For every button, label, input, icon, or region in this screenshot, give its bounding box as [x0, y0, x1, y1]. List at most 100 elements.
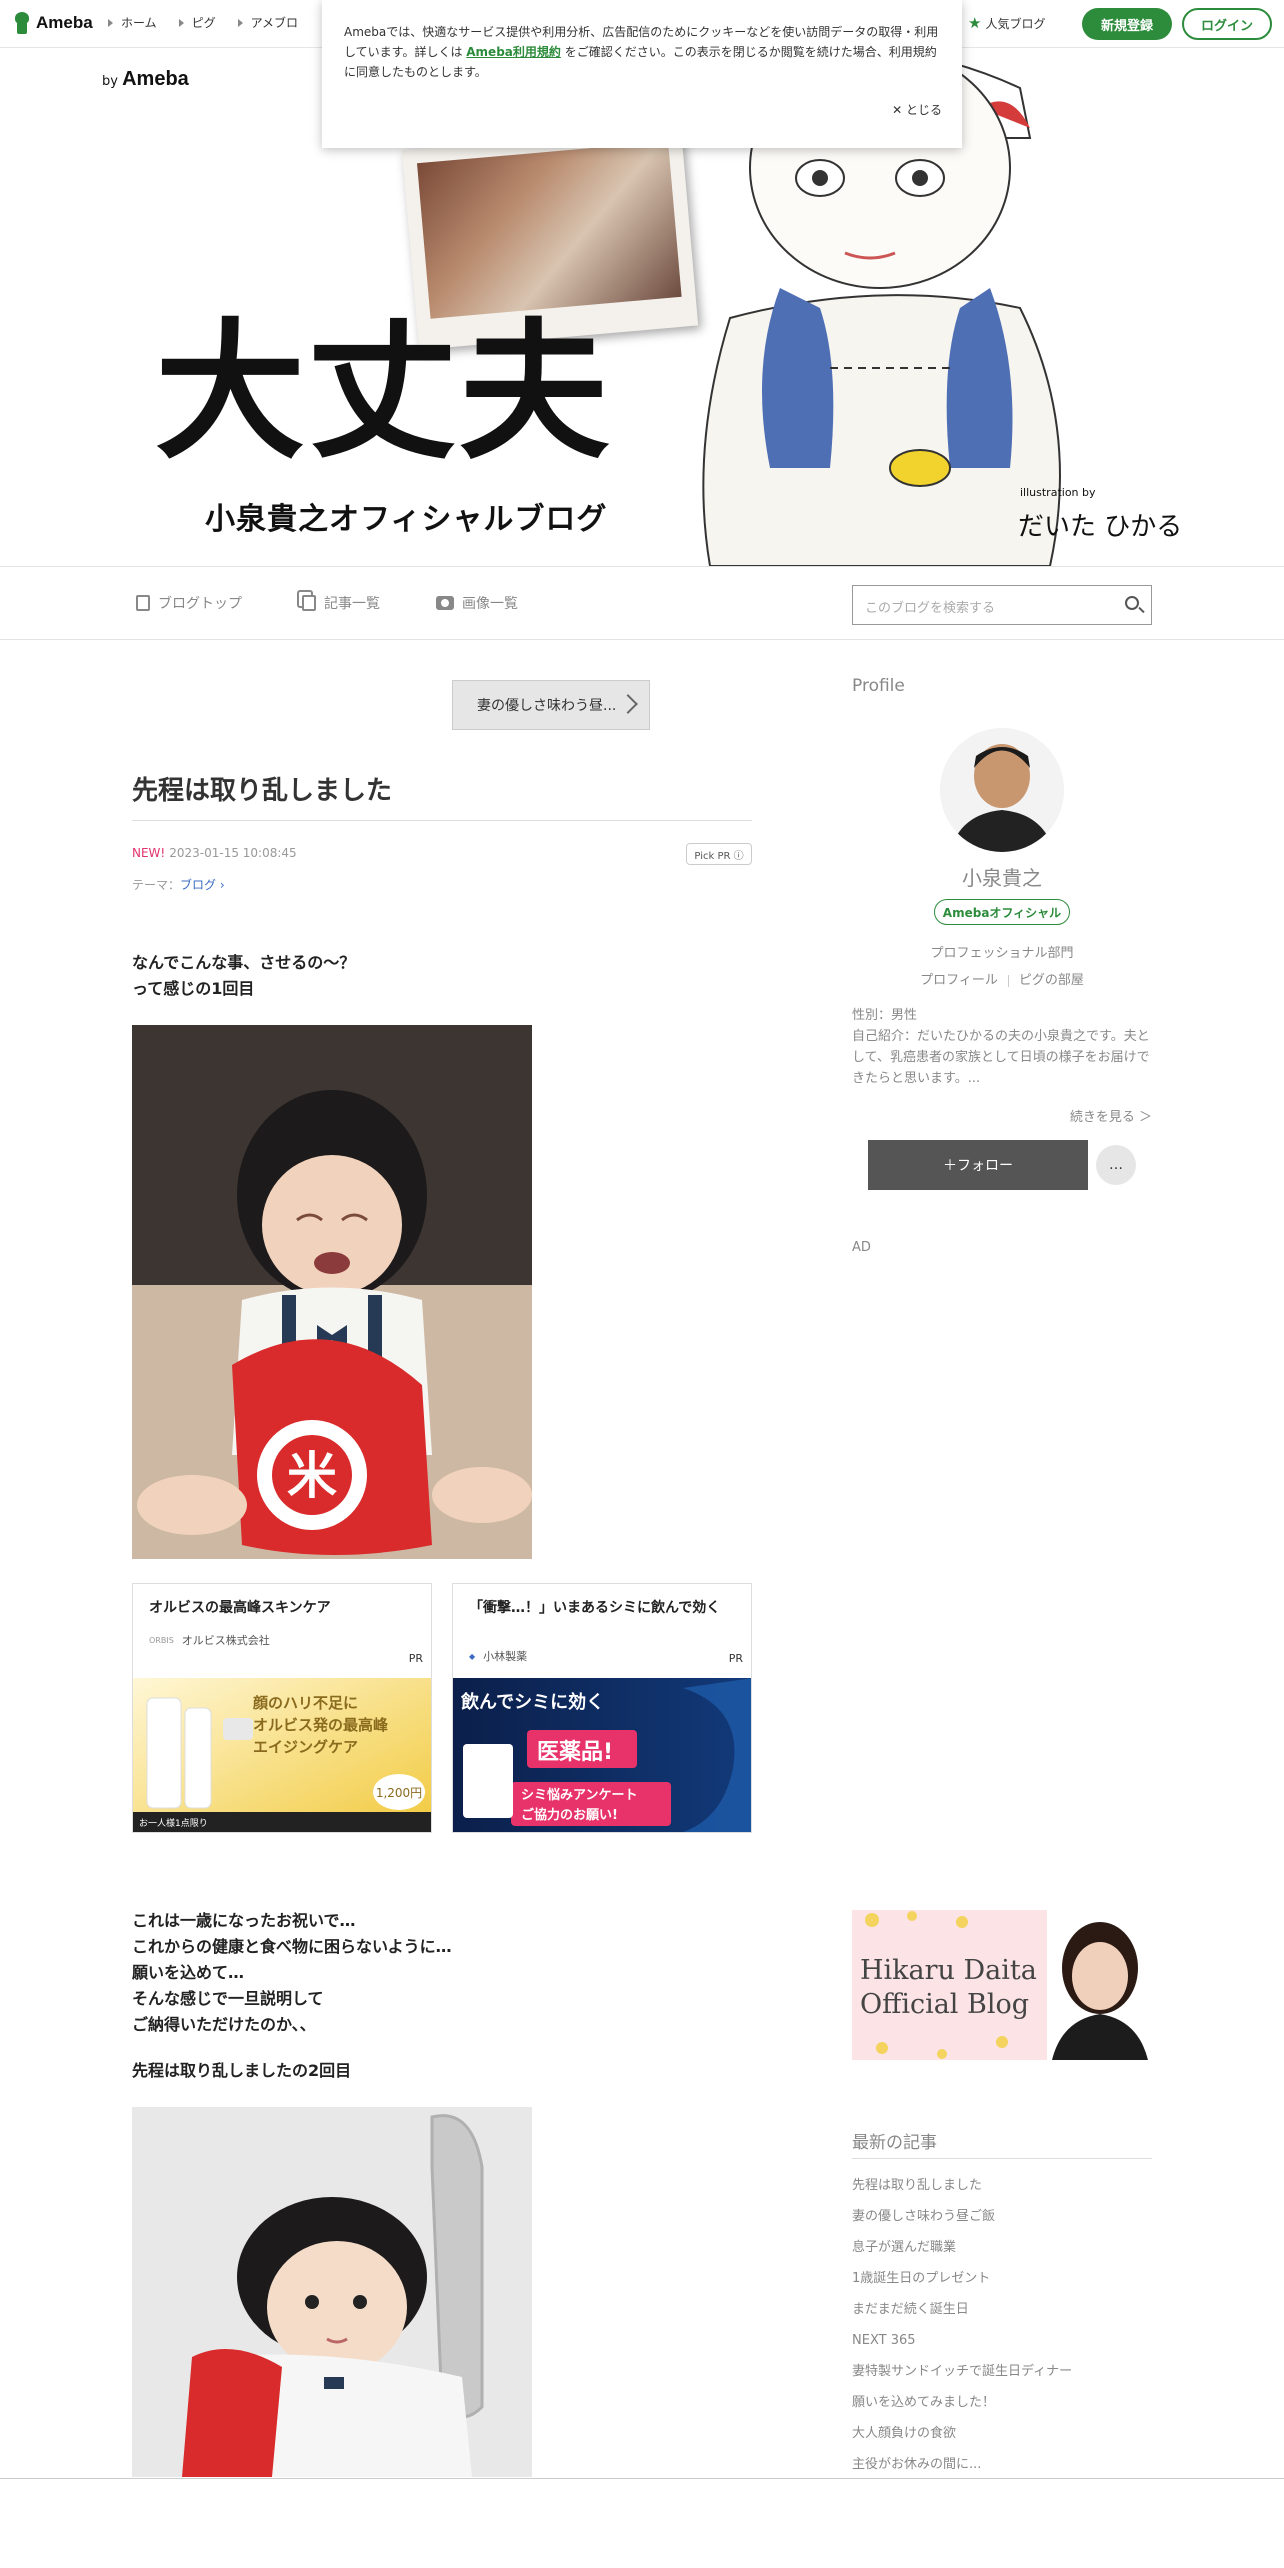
new-badge: NEW! [132, 846, 166, 860]
hikaru-banner-text: Hikaru Daita Official Blog [860, 1954, 1037, 2022]
recent-post-link[interactable]: 主役がお休みの間に... [852, 2449, 1152, 2480]
search-icon[interactable] [1125, 596, 1139, 610]
ad-card-kobayashi[interactable]: 「衝撃…！」いまあるシミに飲んで効く ◆ 小林製薬 PR 飲んでシミに効く 医薬… [452, 1583, 752, 1833]
post-paragraph-2: これは一歳になったお祝いで… これからの健康と食べ物に困らないように… 願いを込… [132, 1911, 452, 2034]
pick-pr-button[interactable]: Pick PR ⓘ [686, 843, 752, 865]
document-icon [136, 595, 150, 611]
global-nav: ホーム ピグ アメブロ [108, 14, 298, 31]
bottom-divider [0, 2478, 1284, 2479]
ad-footnote: お一人様1点限り [139, 1819, 208, 1829]
ad-copy-4: ご協力のお願い! [521, 1808, 618, 1823]
recent-divider [852, 2158, 1152, 2159]
ad-card-orbis[interactable]: オルビスの最高峰スキンケア ORBIS オルビス株式会社 PR 顔のハリ不足に … [132, 1583, 432, 1833]
post-paragraph-1: なんでこんな事、させるの〜？ って感じの1回目 [132, 953, 356, 998]
ad-image-orbis[interactable]: 顔のハリ不足に オルビス発の最高峰 エイジングケア 1,200円 お一人様1点限… [133, 1678, 431, 1832]
follow-button[interactable]: ＋フォロー [868, 1140, 1088, 1190]
triangle-icon [108, 19, 113, 27]
recent-post-link[interactable]: 妻特製サンドイッチで誕生日ディナー [852, 2356, 1152, 2387]
pr-label: PR [408, 1652, 423, 1665]
cookie-close-button[interactable]: ✕ とじる [892, 100, 942, 120]
recent-post-link[interactable]: 願いを込めてみました！ [852, 2387, 1152, 2418]
ameba-logo[interactable]: Ameba [12, 12, 93, 34]
more-options-button[interactable]: … [1096, 1145, 1136, 1185]
blog-top-link[interactable]: ブログトップ [136, 593, 242, 613]
nav-home[interactable]: ホーム [108, 14, 157, 31]
profile-heading: Profile [852, 676, 905, 696]
recent-post-link[interactable]: 大人顔負けの食欲 [852, 2418, 1152, 2449]
recent-posts-heading: 最新の記事 [852, 2133, 937, 2153]
star-icon: ★ [968, 14, 982, 32]
post-image-baby-smiling[interactable] [132, 2107, 532, 2477]
profile-name[interactable]: 小泉貴之 [852, 862, 1152, 891]
image-list-label: 画像一覧 [462, 596, 518, 612]
blog-top-label: ブログトップ [158, 596, 242, 612]
title-divider [132, 820, 752, 821]
previous-entry-button[interactable]: 妻の優しさ味わう昼... [452, 680, 650, 730]
ad-image-kobayashi[interactable]: 飲んでシミに効く 医薬品! シミ悩みアンケート ご協力のお願い! [453, 1678, 751, 1832]
blog-nav: ブログトップ 記事一覧 画像一覧 このブログを検索する [0, 566, 1284, 640]
triangle-icon [178, 19, 184, 27]
profile-gender: 性別：男性 [852, 1008, 918, 1023]
blog-subtitle: 小泉貴之オフィシャルブログ [205, 502, 608, 537]
recent-post-link[interactable]: NEXT 365 [852, 2325, 1152, 2356]
profile-links: プロフィール ピグの部屋 [852, 969, 1152, 988]
recent-post-link[interactable]: 先程は取り乱しました [852, 2170, 1152, 2201]
post-image-baby-crying[interactable]: 米 [132, 1025, 532, 1559]
login-button[interactable]: ログイン [1182, 8, 1272, 40]
ad-advertiser: ◆ 小林製薬 [469, 1648, 527, 1664]
nav-pigg-label: ピグ [191, 16, 216, 30]
ad-copy-2: 医薬品! [537, 1740, 614, 1765]
ameba-mascot-icon [12, 12, 32, 34]
advertiser-name: オルビス株式会社 [181, 1634, 270, 1647]
camera-icon [436, 596, 454, 610]
recent-post-link[interactable]: 妻の優しさ味わう昼ご飯 [852, 2201, 1152, 2232]
nav-home-label: ホーム [121, 16, 157, 30]
hikaru-line-2: Official Blog [860, 1989, 1030, 2020]
ad-copy-3: エイジングケア [253, 1738, 359, 1756]
theme-link[interactable]: ブログ [180, 878, 216, 892]
recent-post-link[interactable]: 1歳誕生日のプレゼント [852, 2263, 1152, 2294]
official-badge: Amebaオフィシャル [934, 899, 1070, 925]
pig-room-link[interactable]: ピグの部屋 [1019, 973, 1084, 988]
post-theme: テーマ：ブログ › [132, 878, 225, 892]
nav-ameblo[interactable]: アメブロ [237, 14, 299, 31]
profile-intro: 性別：男性 自己紹介：だいたひかるの夫の小泉貴之です。夫として、乳癌患者の家族と… [852, 1005, 1152, 1089]
profile-link[interactable]: プロフィール [920, 973, 998, 988]
nav-pigg[interactable]: ピグ [178, 14, 216, 31]
pr-label: PR [728, 1652, 743, 1665]
ad-title: オルビスの最高峰スキンケア [149, 1600, 331, 1616]
post-paragraph-3: 先程は取り乱しましたの2回目 [132, 2061, 352, 2080]
register-button[interactable]: 新規登録 [1082, 8, 1172, 40]
hikaru-daita-blog-banner[interactable]: Hikaru Daita Official Blog [852, 1910, 1152, 2060]
hikaru-line-1: Hikaru Daita [860, 1955, 1037, 1986]
blog-search-input[interactable]: このブログを検索する [852, 585, 1152, 625]
ad-advertiser: ORBIS オルビス株式会社 [149, 1632, 270, 1648]
terms-link[interactable]: Ameba利用規約 [466, 45, 561, 59]
copy-icon [302, 595, 316, 611]
entry-list-link[interactable]: 記事一覧 [302, 593, 380, 613]
post-datetime: 2023-01-15 10:08:45 [169, 846, 297, 860]
image-list-link[interactable]: 画像一覧 [436, 593, 518, 613]
ad-copy-1: 顔のハリ不足に [253, 1694, 359, 1712]
nav-ameblo-label: アメブロ [250, 16, 299, 30]
previous-entry-label: 妻の優しさ味わう昼... [477, 698, 617, 714]
popular-blog-label: 人気ブログ [985, 17, 1046, 31]
post-title: 先程は取り乱しました [132, 776, 393, 806]
ameba-logo-text: Ameba [36, 13, 93, 32]
recent-post-link[interactable]: 息子が選んだ職業 [852, 2232, 1152, 2263]
advertiser-logo: ◆ [469, 1651, 476, 1661]
ad-price-badge: 1,200円 [373, 1774, 425, 1810]
recent-post-link[interactable]: まだまだ続く誕生日 [852, 2294, 1152, 2325]
advertiser-name: 小林製薬 [483, 1650, 528, 1663]
ad-copy-1: 飲んでシミに効く [461, 1692, 605, 1713]
ad-label: AD [852, 1240, 871, 1255]
chevron-right-icon [618, 694, 638, 714]
popular-blog-link[interactable]: ★ 人気ブログ [968, 15, 1045, 32]
read-more-link[interactable]: 続きを見る ＞ [852, 1106, 1152, 1125]
illustration-credit: illustration by [1020, 486, 1096, 499]
ad-copy-3: シミ悩みアンケート [521, 1788, 638, 1803]
profile-avatar[interactable] [940, 728, 1064, 852]
ad-image-copy: 顔のハリ不足に オルビス発の最高峰 エイジングケア [253, 1692, 388, 1758]
svg-text:米: 米 [287, 1447, 337, 1505]
cookie-close-label: とじる [905, 103, 942, 117]
